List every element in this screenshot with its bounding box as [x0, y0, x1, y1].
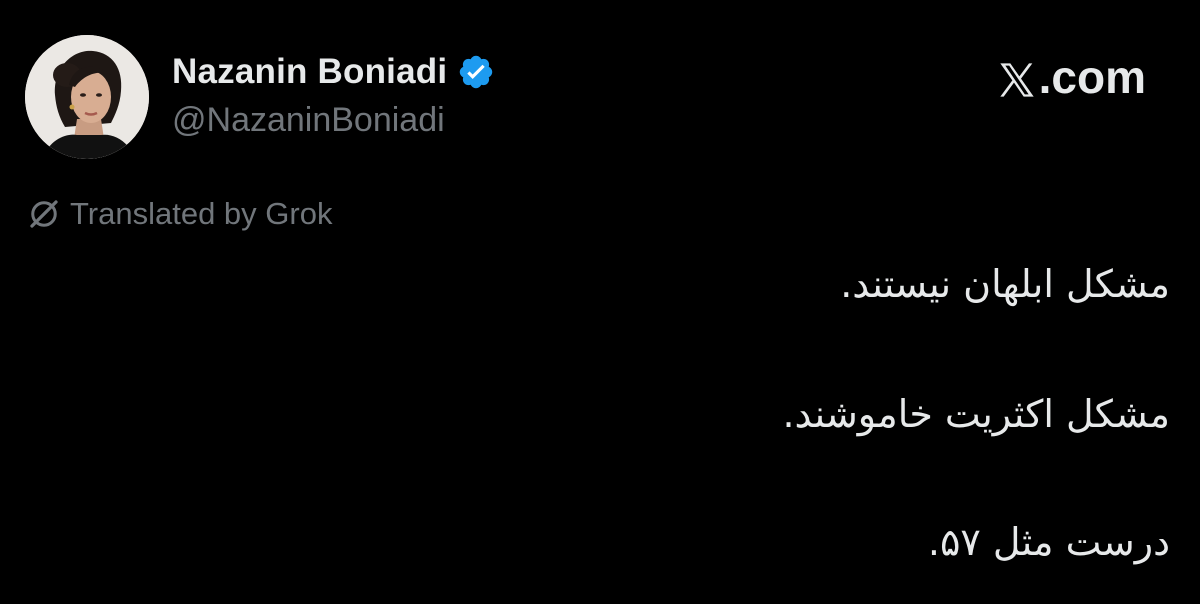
author-name-row: Nazanin Boniadi	[172, 48, 495, 96]
tweet-screenshot: Nazanin Boniadi @NazaninBoniadi .com Tra…	[0, 0, 1200, 604]
author-handle[interactable]: @NazaninBoniadi	[172, 101, 445, 140]
grok-icon	[26, 196, 62, 232]
translation-label: Translated by Grok	[70, 196, 333, 231]
site-logo: .com	[997, 50, 1146, 104]
translation-notice[interactable]: Translated by Grok	[26, 196, 332, 232]
avatar[interactable]	[25, 35, 149, 159]
tweet-text-line-2: مشکل اکثریت خاموشند.	[782, 392, 1170, 436]
x-logo-icon	[997, 57, 1037, 97]
display-name[interactable]: Nazanin Boniadi	[172, 52, 447, 92]
tweet-text-line-3: درست مثل ۵۷.	[927, 520, 1170, 564]
verified-badge-icon	[457, 53, 495, 91]
tweet-text-line-1: مشکل ابلهان نیستند.	[840, 262, 1170, 306]
site-label: .com	[1038, 51, 1146, 103]
profile-photo	[25, 35, 149, 159]
